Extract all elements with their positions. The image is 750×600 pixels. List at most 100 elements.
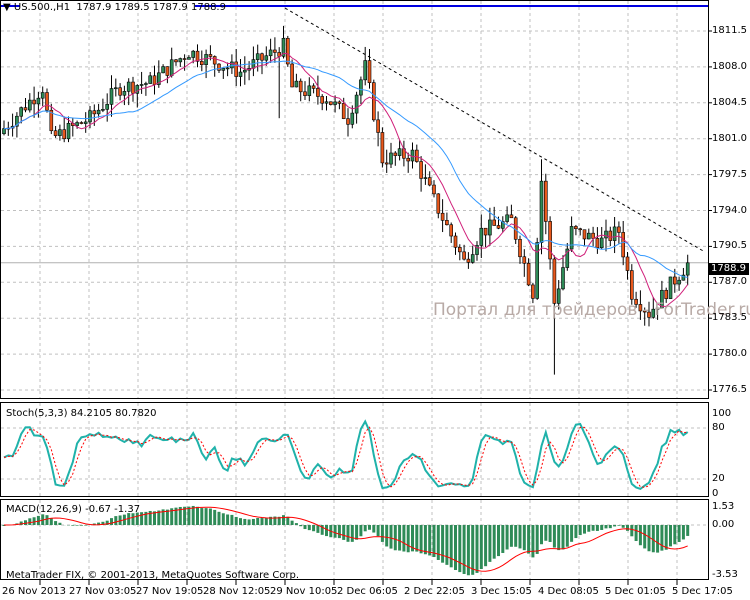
macd-bar <box>531 525 535 558</box>
macd-bar <box>630 525 634 537</box>
candle <box>539 180 544 243</box>
candle <box>187 57 191 60</box>
macd-bar <box>221 513 225 525</box>
candle <box>595 238 600 249</box>
candle <box>303 91 307 96</box>
candle <box>629 270 634 300</box>
candle <box>36 97 41 105</box>
macd-bar <box>307 525 311 531</box>
candle <box>320 96 325 104</box>
macd-bar <box>544 525 548 541</box>
macd-bar <box>75 525 79 526</box>
candle <box>182 58 187 60</box>
candle <box>178 58 183 63</box>
time-tick: 5 Dec 17:05 <box>672 586 733 597</box>
candle <box>66 122 71 140</box>
macd-bar <box>540 525 543 545</box>
candle <box>40 92 45 99</box>
candle <box>599 237 604 249</box>
candle <box>363 60 368 81</box>
candle <box>462 251 466 260</box>
macd-bar <box>376 525 380 537</box>
candle <box>273 49 277 53</box>
time-tick: 2 Dec 22:05 <box>404 586 465 597</box>
candle <box>126 81 131 92</box>
macd-bar <box>600 525 604 530</box>
macd-bar <box>333 525 337 538</box>
candle <box>131 81 135 94</box>
stoch-label: Stoch(5,3,3) 84.2105 80.7820 <box>6 408 157 419</box>
candle <box>552 258 557 304</box>
candle <box>582 229 587 240</box>
macd-bar <box>664 525 668 550</box>
candle <box>578 228 583 231</box>
ohlc-close: 1788.9 <box>190 2 226 13</box>
macd-bar <box>45 515 49 525</box>
macd-bar <box>570 525 574 542</box>
time-tick: 5 Dec 01:05 <box>605 586 666 597</box>
macd-tick: -3.53 <box>712 569 738 580</box>
candle <box>604 230 608 239</box>
macd-bar <box>677 525 681 542</box>
candle <box>169 59 174 76</box>
dropdown-triangle-icon[interactable]: ▼ <box>3 2 11 13</box>
candle <box>32 99 36 105</box>
candle <box>217 63 221 71</box>
candle <box>53 130 58 136</box>
candle <box>311 85 316 89</box>
macd-bar <box>230 514 234 525</box>
macd-bar <box>325 525 328 537</box>
macd-bar <box>368 525 371 530</box>
candle <box>389 152 393 165</box>
candle <box>285 38 290 65</box>
candle <box>221 68 226 71</box>
macd-bar <box>385 525 389 547</box>
candle <box>625 256 630 271</box>
price-tick: 1804.5 <box>712 96 747 108</box>
symbol-header: ▼ US.500.,H1 1787.9 1789.5 1787.9 1788.9 <box>3 2 226 13</box>
macd-bar <box>595 525 599 531</box>
ohlc-low: 1787.9 <box>152 2 188 13</box>
candle <box>414 149 419 162</box>
candle <box>200 61 204 66</box>
candle <box>109 88 114 105</box>
candle <box>518 238 522 258</box>
macd-bar <box>350 525 354 542</box>
candle <box>440 212 445 221</box>
candle <box>346 118 350 125</box>
chart-window: ▼ US.500.,H1 1787.9 1789.5 1787.9 1788.9… <box>0 0 750 600</box>
candle <box>191 50 195 58</box>
candle <box>230 61 234 69</box>
candle <box>114 87 118 90</box>
macd-bar <box>372 525 376 533</box>
candle <box>238 71 243 77</box>
candle <box>432 184 436 195</box>
macd-bar <box>505 525 509 550</box>
time-tick: 4 Dec 08:05 <box>538 586 599 597</box>
macd-bar <box>578 525 582 536</box>
candle <box>2 128 6 135</box>
macd-bar <box>462 525 466 574</box>
time-tick: 28 Nov 12:05 <box>203 586 271 597</box>
macd-bar <box>527 525 531 554</box>
macd-bar <box>638 525 642 546</box>
macd-bar <box>316 525 320 533</box>
candle <box>406 157 411 162</box>
macd-bar <box>196 506 199 525</box>
candle <box>75 122 79 126</box>
macd-tick: 1.53 <box>712 501 735 512</box>
price-tick: 1797.5 <box>712 168 747 180</box>
price-tick: 1808.0 <box>712 60 747 72</box>
candle <box>526 263 531 286</box>
candle <box>255 53 260 60</box>
macd-bar <box>686 525 690 536</box>
candle <box>496 225 501 229</box>
macd-bar <box>626 525 629 531</box>
ohlc-open: 1787.9 <box>76 2 112 13</box>
candle <box>27 99 32 111</box>
candle <box>423 177 428 179</box>
price-tick: 1780.0 <box>712 348 747 360</box>
time-tick: 29 Nov 10:05 <box>270 586 338 597</box>
candle <box>79 122 84 124</box>
macd-bar <box>239 518 242 525</box>
